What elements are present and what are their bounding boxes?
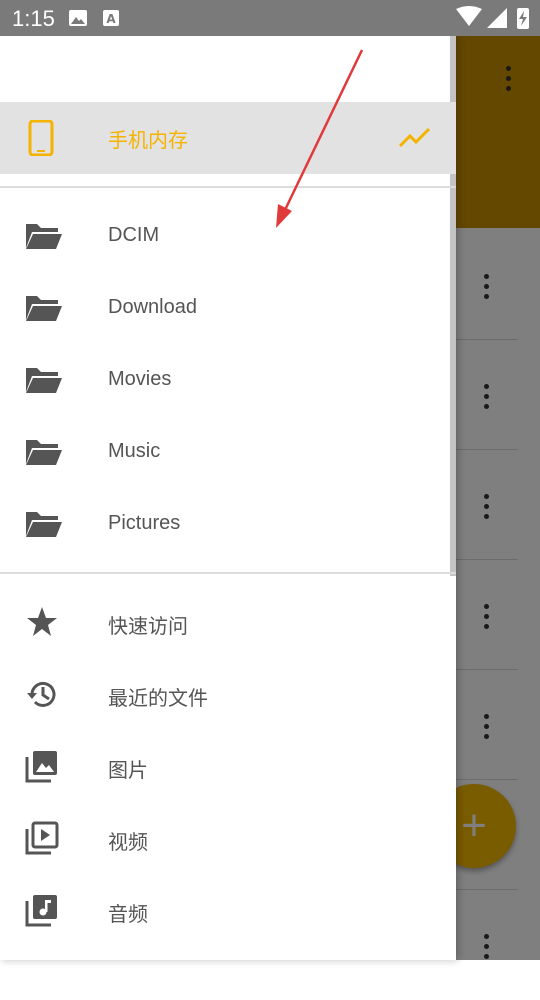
image-notification-icon — [69, 10, 87, 26]
divider — [0, 186, 456, 188]
folder-open-icon — [26, 224, 62, 249]
divider — [0, 572, 456, 574]
status-bar: 1:15 A — [0, 0, 540, 36]
folder-label: Download — [108, 296, 197, 318]
folder-item-pictures[interactable]: Pictures — [0, 488, 456, 560]
image-library-icon — [25, 751, 57, 783]
folder-open-icon — [26, 296, 62, 321]
phone-icon — [28, 120, 54, 156]
folder-open-icon — [26, 512, 62, 537]
storage-phone-item[interactable]: 手机内存 — [0, 102, 456, 174]
folder-item-dcim[interactable]: DCIM — [0, 200, 456, 272]
music-library-icon — [25, 895, 57, 927]
folder-label: Music — [108, 440, 161, 462]
video-library-icon — [25, 821, 59, 855]
status-time: 1:15 — [12, 6, 55, 31]
svg-text:A: A — [106, 12, 116, 26]
trend-icon[interactable] — [398, 124, 432, 152]
navigation-drawer: 手机内存 DCIM Download Movies Music Pictures… — [0, 36, 456, 960]
nav-item-images[interactable]: 图片 — [0, 730, 456, 802]
cell-signal-icon — [487, 8, 507, 28]
text-notification-icon: A — [103, 10, 119, 26]
folder-label: Pictures — [108, 512, 181, 534]
nav-label: 音频 — [108, 902, 148, 926]
history-icon — [27, 681, 56, 707]
folder-label: DCIM — [108, 224, 160, 246]
star-icon — [27, 607, 57, 636]
nav-label: 视频 — [108, 830, 148, 854]
nav-item-recent-files[interactable]: 最近的文件 — [0, 658, 456, 730]
folder-item-music[interactable]: Music — [0, 416, 456, 488]
storage-label: 手机内存 — [108, 128, 188, 152]
nav-item-quick-access[interactable]: 快速访问 — [0, 586, 456, 658]
nav-label: 快速访问 — [108, 614, 188, 638]
nav-label: 图片 — [108, 758, 148, 782]
nav-item-videos[interactable]: 视频 — [0, 802, 456, 874]
folder-label: Movies — [108, 368, 172, 390]
nav-item-audio[interactable]: 音频 — [0, 874, 456, 946]
system-status-icons — [456, 6, 529, 29]
nav-label: 最近的文件 — [108, 686, 208, 710]
folder-item-movies[interactable]: Movies — [0, 344, 456, 416]
wifi-icon — [456, 6, 482, 26]
folder-open-icon — [26, 368, 62, 393]
folder-item-download[interactable]: Download — [0, 272, 456, 344]
folder-open-icon — [26, 440, 62, 465]
